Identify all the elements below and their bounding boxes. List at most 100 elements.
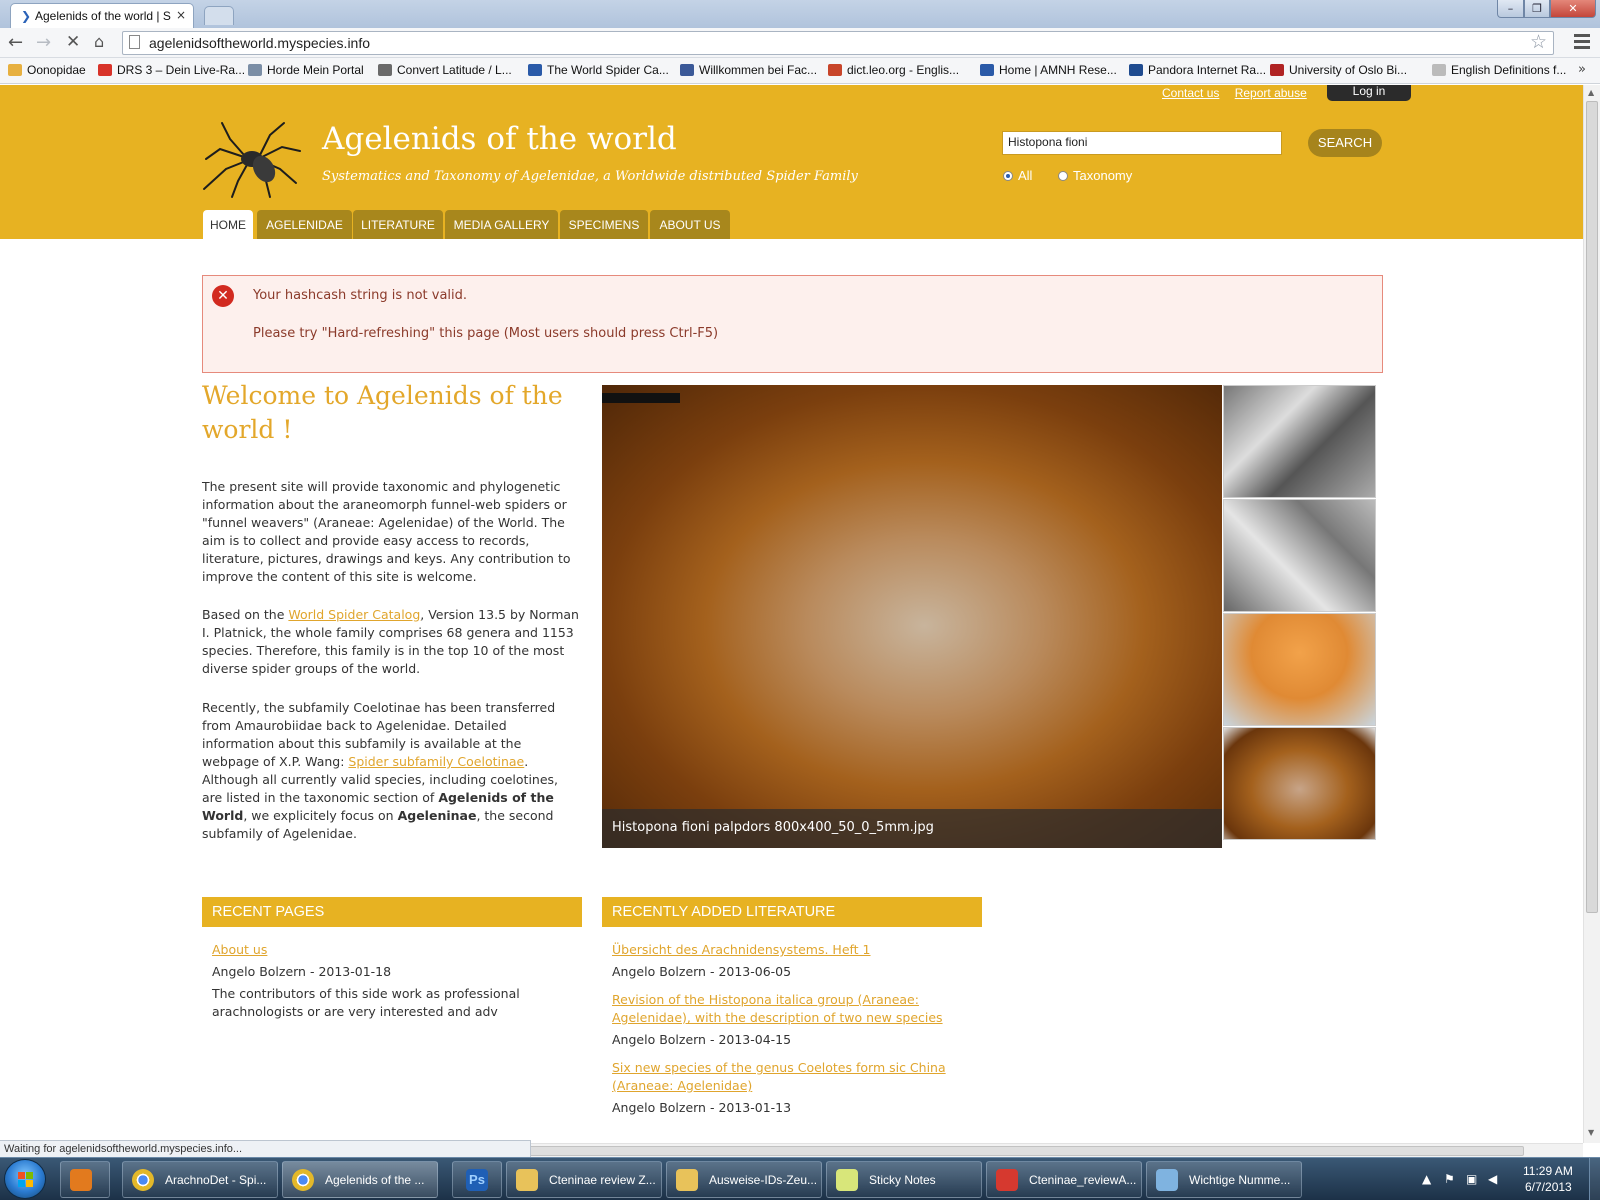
back-arrow-icon[interactable]: ← [8, 32, 23, 53]
chrome-icon [292, 1169, 314, 1191]
nav-tab-agelenidae[interactable]: AGELENIDAE [257, 210, 352, 239]
nav-tab-media-gallery[interactable]: MEDIA GALLERY [445, 210, 558, 239]
taskbar-window-button[interactable]: Cteninae_reviewA... [986, 1161, 1142, 1198]
network-icon[interactable]: ▣ [1466, 1172, 1477, 1186]
bookmark-favicon-icon [828, 64, 842, 76]
system-tray: ▲ ⚑ ▣ ◀ 11:29 AM 6/7/2013 [1418, 1158, 1600, 1200]
forward-arrow-icon[interactable]: → [36, 32, 51, 53]
taskbar-window-label: Sticky Notes [869, 1173, 936, 1187]
tab-close-icon[interactable]: × [176, 8, 186, 22]
vertical-scrollbar[interactable]: ▲ ▼ [1583, 85, 1600, 1143]
photoshop-icon: Ps [466, 1169, 488, 1191]
bookmark-item[interactable]: Oonopidae [8, 63, 86, 77]
bookmark-item[interactable]: English Definitions f... [1432, 63, 1566, 77]
scroll-up-arrow-icon[interactable]: ▲ [1588, 88, 1594, 97]
slideshow-thumbnail-2[interactable] [1223, 499, 1376, 612]
intro-paragraph-coelotinae: Recently, the subfamily Coelotinae has b… [202, 700, 559, 841]
bookmark-item[interactable]: Convert Latitude / L... [378, 63, 512, 77]
vertical-scroll-thumb[interactable] [1586, 101, 1598, 913]
address-bar-url[interactable]: agelenidsoftheworld.myspecies.info [149, 35, 370, 51]
bookmark-label: Horde Mein Portal [267, 63, 364, 77]
report-abuse-link[interactable]: Report abuse [1235, 86, 1307, 100]
nav-tab-about-us[interactable]: ABOUT US [650, 210, 730, 239]
bookmark-item[interactable]: Home | AMNH Rese... [980, 63, 1117, 77]
coelotinae-link[interactable]: Spider subfamily Coelotinae [348, 754, 524, 769]
window-maximize-button[interactable]: ❐ [1524, 0, 1550, 18]
home-icon[interactable]: ⌂ [94, 32, 104, 51]
start-button[interactable] [4, 1159, 46, 1199]
nav-tab-specimens[interactable]: SPECIMENS [560, 210, 648, 239]
taskbar-window-button[interactable]: Wichtige Numme... [1146, 1161, 1302, 1198]
tray-expand-arrow-icon[interactable]: ▲ [1422, 1172, 1431, 1186]
bookmark-label: Convert Latitude / L... [397, 63, 512, 77]
slideshow-thumbnail-1[interactable] [1223, 385, 1376, 498]
bookmark-item[interactable]: The World Spider Ca... [528, 63, 669, 77]
browser-menu-icon[interactable] [1574, 34, 1590, 52]
radio-selected-icon [1003, 171, 1013, 181]
action-center-flag-icon[interactable]: ⚑ [1444, 1172, 1455, 1186]
scroll-down-arrow-icon[interactable]: ▼ [1588, 1128, 1594, 1137]
search-scope-all-radio[interactable]: All [1003, 168, 1032, 183]
literature-link[interactable]: Übersicht des Arachnidensystems. Heft 1 [612, 941, 972, 959]
literature-meta: Angelo Bolzern - 2013-06-05 [612, 964, 792, 979]
error-message-hint: Please try "Hard-refreshing" this page (… [253, 326, 719, 341]
taskbar-window-label: Cteninae_reviewA... [1029, 1173, 1137, 1187]
login-button[interactable]: Log in [1327, 85, 1411, 101]
address-bar[interactable]: agelenidsoftheworld.myspecies.info ☆ [122, 31, 1554, 55]
taskbar-window-label: Agelenids of the ... [325, 1173, 425, 1187]
literature-meta: Angelo Bolzern - 2013-04-15 [612, 1032, 792, 1047]
bookmark-favicon-icon [378, 64, 392, 76]
windows-logo-icon [18, 1172, 34, 1188]
bookmark-favicon-icon [248, 64, 262, 76]
world-spider-catalog-link[interactable]: World Spider Catalog [288, 607, 420, 622]
recent-page-link[interactable]: About us [212, 941, 267, 959]
bookmark-item[interactable]: Pandora Internet Ra... [1129, 63, 1266, 77]
search-input[interactable]: Histopona fioni [1002, 131, 1282, 155]
literature-link[interactable]: Six new species of the genus Coelotes fo… [612, 1059, 964, 1095]
windows-taskbar: ▲ ⚑ ▣ ◀ 11:29 AM 6/7/2013 ArachnoDet - S… [0, 1157, 1600, 1200]
nav-tab-literature[interactable]: LITERATURE [353, 210, 443, 239]
bookmark-item[interactable]: DRS 3 – Dein Live-Ra... [98, 63, 245, 77]
recent-literature-heading: RECENTLY ADDED LITERATURE [602, 897, 982, 927]
bookmarks-bar: Oonopidae DRS 3 – Dein Live-Ra... Horde Me… [0, 58, 1600, 84]
taskbar-window-button[interactable]: Ausweise-IDs-Zeu... [666, 1161, 822, 1198]
taskbar-window-button[interactable]: ArachnoDet - Spi... [122, 1161, 278, 1198]
slideshow-main-image[interactable]: Histopona fioni palpdors 800x400_50_0_5m… [602, 385, 1222, 848]
bookmark-item[interactable]: University of Oslo Bi... [1270, 63, 1407, 77]
slideshow-thumbnail-3[interactable] [1223, 613, 1376, 726]
bookmark-item[interactable]: Horde Mein Portal [248, 63, 364, 77]
volume-icon[interactable]: ◀ [1488, 1172, 1497, 1186]
search-button[interactable]: SEARCH [1308, 129, 1382, 157]
taskbar-media-player-button[interactable] [60, 1161, 110, 1198]
nav-tab-home[interactable]: HOME [203, 210, 253, 239]
clock-time[interactable]: 11:29 AM [1523, 1164, 1573, 1178]
literature-link[interactable]: Revision of the Histopona italica group … [612, 991, 964, 1027]
bookmark-label: University of Oslo Bi... [1289, 63, 1408, 77]
bookmark-label: English Definitions f... [1451, 63, 1567, 77]
contact-us-link[interactable]: Contact us [1162, 86, 1219, 100]
new-tab-button[interactable] [204, 6, 234, 25]
window-minimize-button[interactable]: – [1497, 0, 1524, 18]
site-title[interactable]: Agelenids of the world [322, 121, 677, 157]
media-player-icon [70, 1169, 92, 1191]
stop-loading-icon[interactable]: ✕ [66, 32, 80, 52]
search-scope-taxonomy-radio[interactable]: Taxonomy [1058, 168, 1132, 183]
notepad-icon [1156, 1169, 1178, 1191]
page-icon [129, 35, 140, 49]
bookmarks-overflow-icon[interactable]: » [1578, 62, 1586, 77]
clock-date[interactable]: 6/7/2013 [1525, 1180, 1572, 1194]
taskbar-window-button[interactable]: Agelenids of the ... [282, 1161, 438, 1198]
bookmark-item[interactable]: Willkommen bei Fac... [680, 63, 817, 77]
browser-tab-active[interactable]: ❯ Agelenids of the world | Sp × [10, 3, 194, 28]
taskbar-window-button[interactable]: Ps [452, 1161, 502, 1198]
taskbar-window-button[interactable]: Cteninae review Z... [506, 1161, 662, 1198]
window-close-button[interactable]: ✕ [1550, 0, 1596, 18]
bookmark-star-icon[interactable]: ☆ [1530, 31, 1547, 53]
spider-logo-icon[interactable] [200, 121, 304, 199]
show-desktop-button[interactable] [1589, 1158, 1600, 1200]
bookmark-item[interactable]: dict.leo.org - Englis... [828, 63, 959, 77]
browser-status-bubble: Waiting for agelenidsoftheworld.myspecie… [0, 1140, 531, 1158]
slideshow-thumbnail-4[interactable] [1223, 727, 1376, 840]
taskbar-window-button[interactable]: Sticky Notes [826, 1161, 982, 1198]
page-viewport: Contact us Report abuse Log in Agelenids… [0, 85, 1583, 1143]
